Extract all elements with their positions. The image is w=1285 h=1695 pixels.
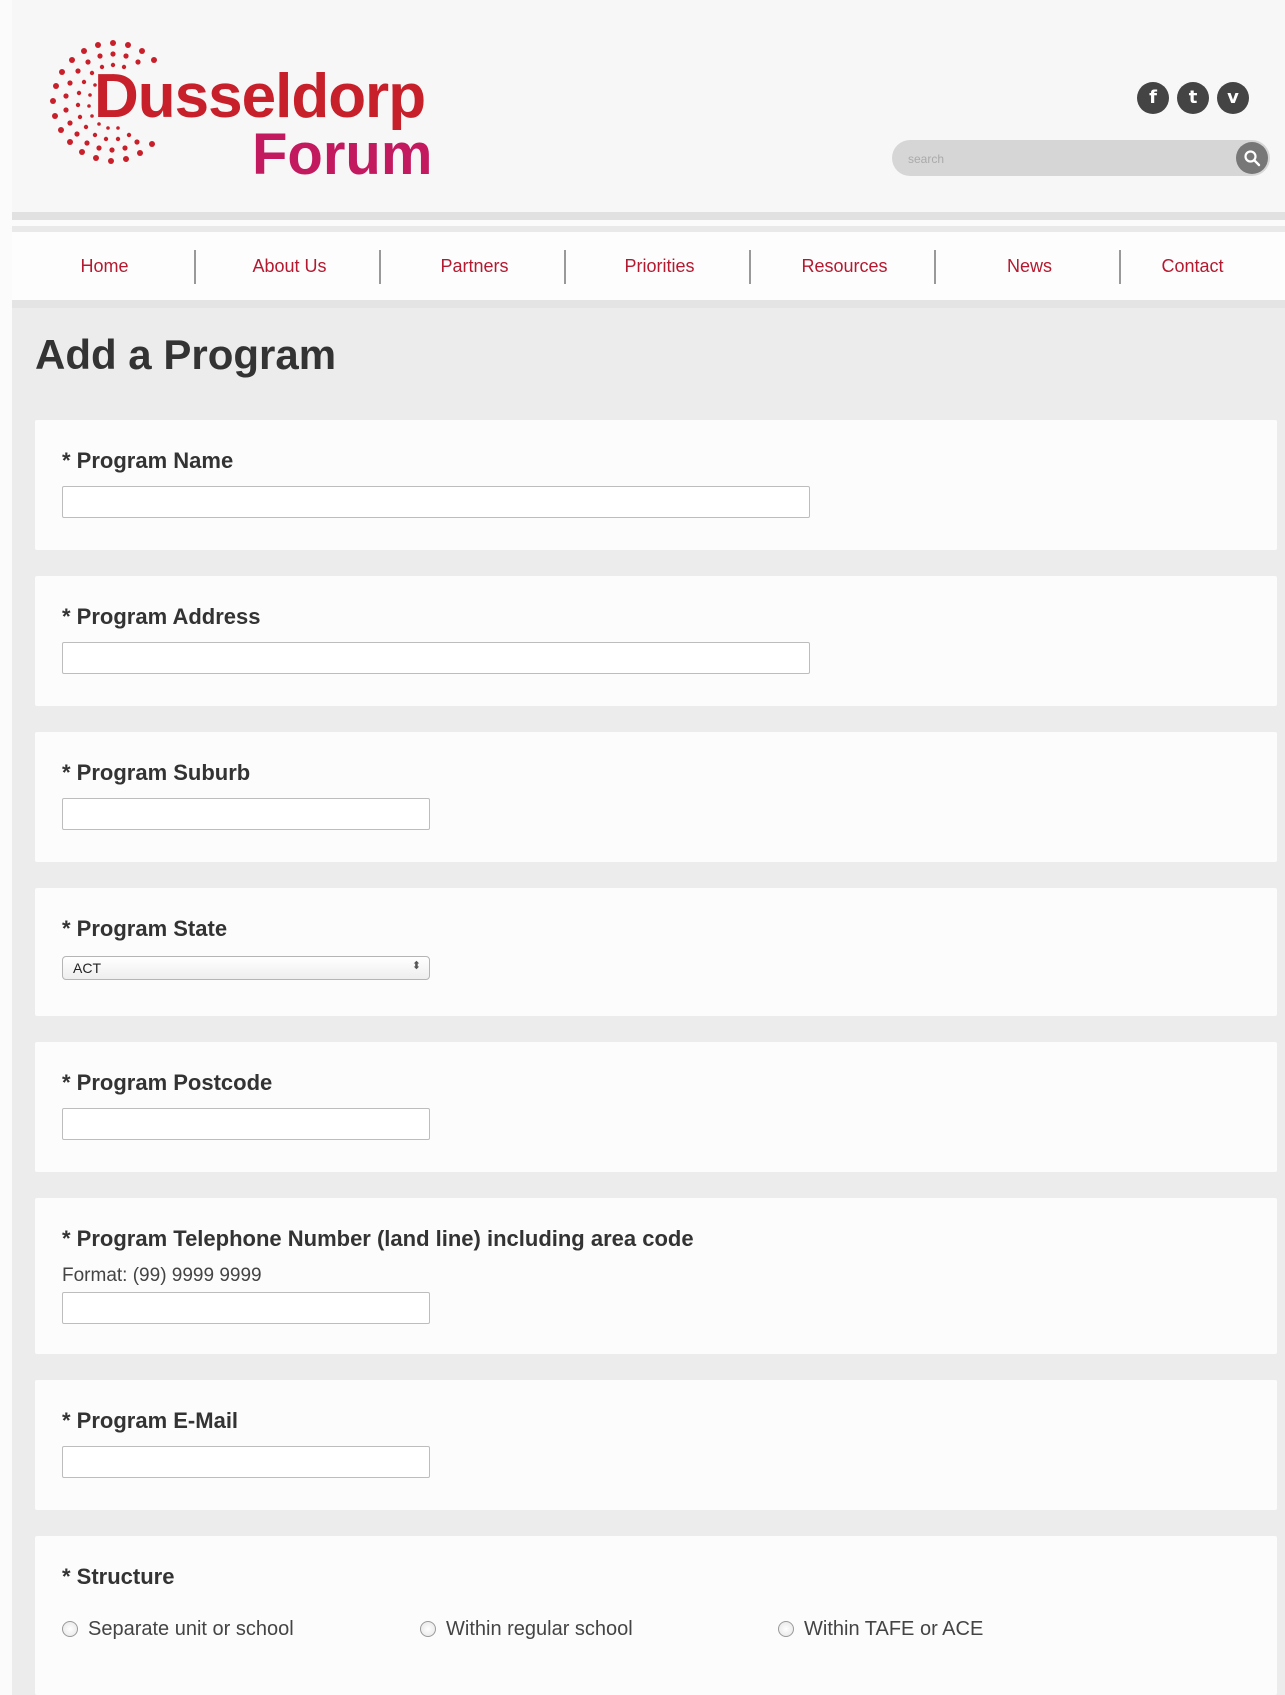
program-postcode-label: * Program Postcode <box>62 1070 273 1095</box>
program-telephone-card: * Program Telephone Number (land line) i… <box>35 1198 1277 1354</box>
program-state-selected-value: ACT <box>73 960 101 976</box>
program-name-card: * Program Name <box>35 420 1277 550</box>
select-arrows-icon: ⬍ <box>411 959 421 972</box>
page: Dusseldorp Forum f t v Home About Us Par… <box>0 0 1285 1695</box>
structure-label: * Structure <box>62 1564 175 1589</box>
radio-label: Separate unit or school <box>88 1617 294 1640</box>
program-state-card: * Program State ACT ⬍ <box>35 888 1277 1016</box>
nav-item-contact[interactable]: Contact <box>1100 232 1285 300</box>
search-icon <box>1244 150 1261 167</box>
social-links: f t v <box>1137 82 1249 114</box>
structure-option-regular-school[interactable]: Within regular school <box>420 1614 633 1644</box>
radio-label: Within TAFE or ACE <box>804 1617 984 1640</box>
nav-item-news[interactable]: News <box>937 232 1122 300</box>
search-button[interactable] <box>1236 142 1268 174</box>
nav-item-partners[interactable]: Partners <box>382 232 567 300</box>
nav-separator <box>564 250 566 284</box>
nav-separator <box>194 250 196 284</box>
structure-card: * Structure Separate unit or school With… <box>35 1536 1277 1695</box>
program-state-label: * Program State <box>62 916 228 941</box>
program-address-card: * Program Address <box>35 576 1277 706</box>
program-address-label: * Program Address <box>62 604 261 629</box>
nav-separator <box>379 250 381 284</box>
logo-text-forum: Forum <box>252 122 433 187</box>
main-content: Add a Program * Program Name * Program A… <box>12 308 1285 1695</box>
site-logo[interactable]: Dusseldorp Forum <box>48 38 448 188</box>
program-postcode-card: * Program Postcode <box>35 1042 1277 1172</box>
header-divider <box>12 212 1285 220</box>
nav-item-priorities[interactable]: Priorities <box>567 232 752 300</box>
program-telephone-input[interactable] <box>62 1292 430 1324</box>
structure-radio-group: Separate unit or school Within regular s… <box>62 1614 1162 1644</box>
program-telephone-label: * Program Telephone Number (land line) i… <box>62 1226 694 1251</box>
radio-button[interactable] <box>778 1621 794 1637</box>
program-suburb-card: * Program Suburb <box>35 732 1277 862</box>
radio-label: Within regular school <box>446 1617 633 1640</box>
search-bar <box>892 140 1270 176</box>
nav-separator <box>749 250 751 284</box>
logo-text-dusseldorp: Dusseldorp <box>94 62 426 131</box>
vimeo-icon[interactable]: v <box>1217 82 1249 114</box>
page-title: Add a Program <box>35 331 337 378</box>
main-nav: Home About Us Partners Priorities Resour… <box>12 232 1285 308</box>
nav-item-home[interactable]: Home <box>12 232 197 300</box>
telephone-format-hint: Format: (99) 9999 9999 <box>62 1265 262 1286</box>
nav-item-about-us[interactable]: About Us <box>197 232 382 300</box>
program-name-input[interactable] <box>62 486 810 518</box>
nav-item-resources[interactable]: Resources <box>752 232 937 300</box>
radio-button[interactable] <box>420 1621 436 1637</box>
twitter-icon[interactable]: t <box>1177 82 1209 114</box>
program-name-label: * Program Name <box>62 448 234 473</box>
radio-button[interactable] <box>62 1621 78 1637</box>
structure-option-separate-unit[interactable]: Separate unit or school <box>62 1614 294 1644</box>
program-email-label: * Program E-Mail <box>62 1408 239 1433</box>
program-email-input[interactable] <box>62 1446 430 1478</box>
facebook-icon[interactable]: f <box>1137 82 1169 114</box>
program-postcode-input[interactable] <box>62 1108 430 1140</box>
program-suburb-label: * Program Suburb <box>62 760 251 785</box>
program-suburb-input[interactable] <box>62 798 430 830</box>
structure-option-tafe-ace[interactable]: Within TAFE or ACE <box>778 1614 983 1644</box>
program-email-card: * Program E-Mail <box>35 1380 1277 1510</box>
program-state-select[interactable]: ACT ⬍ <box>62 956 430 980</box>
program-address-input[interactable] <box>62 642 810 674</box>
search-input[interactable] <box>906 148 1230 170</box>
site-header: Dusseldorp Forum f t v <box>12 0 1285 212</box>
nav-separator <box>934 250 936 284</box>
